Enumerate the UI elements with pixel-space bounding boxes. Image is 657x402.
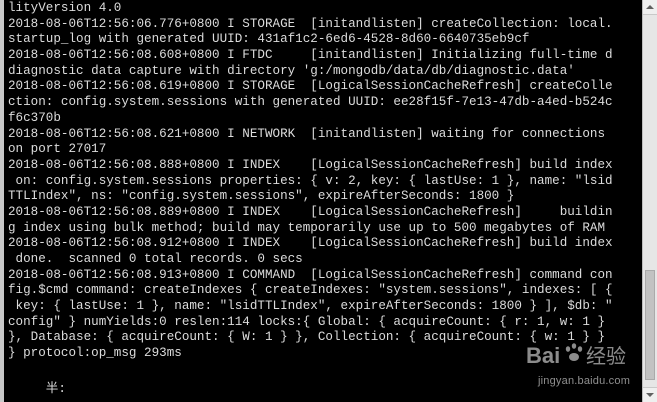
log-line: ction: config.system.sessions with gener… (8, 95, 613, 110)
log-line: lityVersion 4.0 (8, 1, 122, 15)
log-line: 2018-08-06T12:56:06.776+0800 I STORAGE [… (8, 16, 613, 31)
log-line: on: config.system.sessions properties: {… (8, 173, 613, 188)
watermark-url: jingyan.baidu.com (538, 375, 631, 387)
scrollbar-thumb[interactable] (645, 270, 655, 380)
baidu-logo-icon: Bai 经验 (526, 343, 626, 368)
vertical-scrollbar[interactable] (642, 0, 657, 402)
log-line: g index using bulk method; build may tem… (8, 220, 606, 235)
log-line: 2018-08-06T12:56:08.912+0800 I INDEX [Lo… (8, 236, 613, 251)
log-line: on port 27017 (8, 142, 107, 157)
log-line: key: { lastUse: 1 }, name: "lsidTTLIndex… (8, 299, 613, 314)
console-log: lityVersion 4.0 2018-08-06T12:56:06.776+0… (8, 1, 613, 362)
log-line: done. scanned 0 total records. 0 secs (8, 252, 303, 266)
svg-text:经验: 经验 (586, 344, 626, 368)
svg-text:Bai: Bai (526, 343, 560, 368)
log-line: }, Database: { acquireCount: { W: 1 } },… (8, 330, 606, 345)
log-line: 2018-08-06T12:56:08.888+0800 I INDEX [Lo… (8, 157, 613, 172)
log-line: f6c370b (8, 110, 61, 125)
log-line: diagnostic data capture with directory '… (8, 63, 575, 78)
log-line: startup_log with generated UUID: 431af1c… (8, 32, 530, 47)
scroll-down-arrow-icon[interactable] (643, 387, 657, 402)
log-line: } protocol:op_msg 293ms (8, 346, 182, 361)
log-line: fig.$cmd command: createIndexes { create… (8, 283, 613, 298)
baidu-jingyan-watermark: Bai 经验 jingyan.baidu.com (524, 337, 642, 399)
console-window: lityVersion 4.0 2018-08-06T12:56:06.776+0… (0, 0, 657, 402)
ime-status-indicator: 半: (8, 382, 66, 396)
scroll-up-arrow-icon[interactable] (643, 0, 657, 15)
log-line: TTLIndex", ns: "config.system.sessions",… (8, 189, 515, 204)
console-output-area[interactable]: lityVersion 4.0 2018-08-06T12:56:06.776+0… (4, 0, 642, 402)
log-line: config" } numYields:0 reslen:114 locks:{… (8, 314, 606, 329)
log-line: 2018-08-06T12:56:08.621+0800 I NETWORK [… (8, 126, 606, 141)
log-line: 2018-08-06T12:56:08.619+0800 I STORAGE [… (8, 79, 613, 94)
log-line: 2018-08-06T12:56:08.608+0800 I FTDC [ini… (8, 48, 613, 63)
log-line: 2018-08-06T12:56:08.913+0800 I COMMAND [… (8, 267, 613, 282)
log-line: 2018-08-06T12:56:08.889+0800 I INDEX [Lo… (8, 204, 613, 219)
